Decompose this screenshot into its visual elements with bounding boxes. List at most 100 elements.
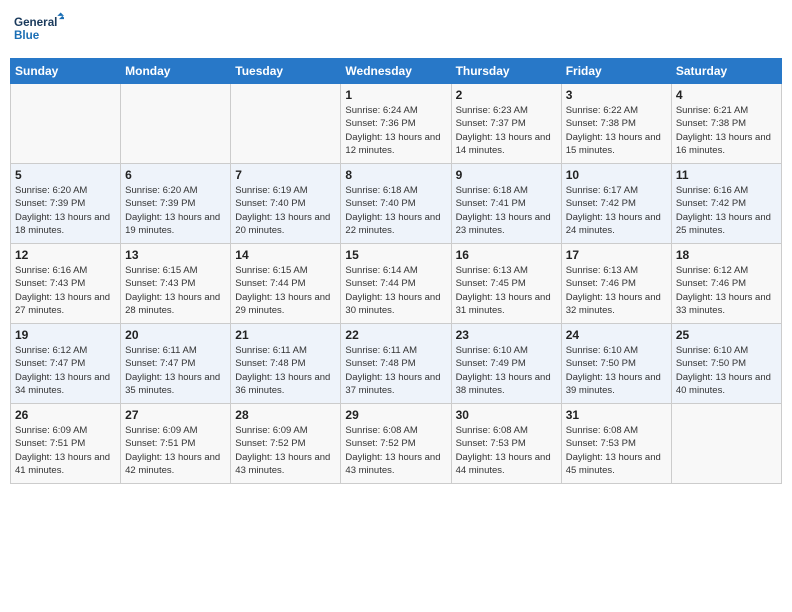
day-detail: Sunrise: 6:08 AMSunset: 7:52 PMDaylight:… <box>345 424 446 477</box>
day-detail: Sunrise: 6:11 AMSunset: 7:48 PMDaylight:… <box>345 344 446 397</box>
day-number: 4 <box>676 88 777 102</box>
calendar-day-4: 4 Sunrise: 6:21 AMSunset: 7:38 PMDaylight… <box>671 84 781 164</box>
day-detail: Sunrise: 6:23 AMSunset: 7:37 PMDaylight:… <box>456 104 557 157</box>
calendar-week-5: 26 Sunrise: 6:09 AMSunset: 7:51 PMDayligh… <box>11 404 782 484</box>
calendar-day-13: 13Sunrise: 6:15 AMSunset: 7:43 PMDayligh… <box>121 244 231 324</box>
calendar-day-29: 29 Sunrise: 6:08 AMSunset: 7:52 PMDayligh… <box>341 404 451 484</box>
calendar-day-14: 14 Sunrise: 6:15 AMSunset: 7:44 PMDayligh… <box>231 244 341 324</box>
calendar-header: SundayMondayTuesdayWednesdayThursdayFrid… <box>11 59 782 84</box>
day-number: 18 <box>676 248 777 262</box>
calendar-day-26: 26 Sunrise: 6:09 AMSunset: 7:51 PMDayligh… <box>11 404 121 484</box>
day-detail: Sunrise: 6:11 AMSunset: 7:47 PMDaylight:… <box>125 344 226 397</box>
day-number: 12 <box>15 248 116 262</box>
day-number: 15 <box>345 248 446 262</box>
calendar-day-10: 10Sunrise: 6:17 AMSunset: 7:42 PMDayligh… <box>561 164 671 244</box>
day-detail: Sunrise: 6:11 AMSunset: 7:48 PMDaylight:… <box>235 344 336 397</box>
day-number: 25 <box>676 328 777 342</box>
svg-text:General: General <box>14 16 57 29</box>
day-detail: Sunrise: 6:14 AMSunset: 7:44 PMDaylight:… <box>345 264 446 317</box>
day-number: 26 <box>15 408 116 422</box>
day-detail: Sunrise: 6:24 AMSunset: 7:36 PMDaylight:… <box>345 104 446 157</box>
weekday-header-tuesday: Tuesday <box>231 59 341 84</box>
day-detail: Sunrise: 6:17 AMSunset: 7:42 PMDaylight:… <box>566 184 667 237</box>
weekday-header-monday: Monday <box>121 59 231 84</box>
day-number: 16 <box>456 248 557 262</box>
calendar-table: SundayMondayTuesdayWednesdayThursdayFrid… <box>10 58 782 484</box>
day-number: 6 <box>125 168 226 182</box>
day-number: 14 <box>235 248 336 262</box>
day-number: 13 <box>125 248 226 262</box>
day-number: 1 <box>345 88 446 102</box>
calendar-day-8: 8Sunrise: 6:18 AMSunset: 7:40 PMDaylight… <box>341 164 451 244</box>
weekday-header-thursday: Thursday <box>451 59 561 84</box>
day-number: 21 <box>235 328 336 342</box>
day-detail: Sunrise: 6:16 AMSunset: 7:42 PMDaylight:… <box>676 184 777 237</box>
weekday-header-sunday: Sunday <box>11 59 121 84</box>
svg-text:Blue: Blue <box>14 29 40 42</box>
day-number: 31 <box>566 408 667 422</box>
empty-day-cell <box>121 84 231 164</box>
day-number: 20 <box>125 328 226 342</box>
calendar-day-23: 23Sunrise: 6:10 AMSunset: 7:49 PMDayligh… <box>451 324 561 404</box>
day-detail: Sunrise: 6:20 AMSunset: 7:39 PMDaylight:… <box>125 184 226 237</box>
calendar-day-7: 7Sunrise: 6:19 AMSunset: 7:40 PMDaylight… <box>231 164 341 244</box>
page-header: General Blue <box>10 10 782 50</box>
day-detail: Sunrise: 6:12 AMSunset: 7:46 PMDaylight:… <box>676 264 777 317</box>
calendar-week-1: 1 Sunrise: 6:24 AMSunset: 7:36 PMDaylight… <box>11 84 782 164</box>
day-detail: Sunrise: 6:09 AMSunset: 7:51 PMDaylight:… <box>15 424 116 477</box>
calendar-week-3: 12Sunrise: 6:16 AMSunset: 7:43 PMDayligh… <box>11 244 782 324</box>
day-number: 9 <box>456 168 557 182</box>
calendar-day-19: 19Sunrise: 6:12 AMSunset: 7:47 PMDayligh… <box>11 324 121 404</box>
day-number: 30 <box>456 408 557 422</box>
day-number: 28 <box>235 408 336 422</box>
calendar-day-5: 5Sunrise: 6:20 AMSunset: 7:39 PMDaylight… <box>11 164 121 244</box>
day-number: 2 <box>456 88 557 102</box>
calendar-body: 1 Sunrise: 6:24 AMSunset: 7:36 PMDaylight… <box>11 84 782 484</box>
empty-day-cell <box>231 84 341 164</box>
calendar-day-20: 20 Sunrise: 6:11 AMSunset: 7:47 PMDayligh… <box>121 324 231 404</box>
day-detail: Sunrise: 6:09 AMSunset: 7:52 PMDaylight:… <box>235 424 336 477</box>
day-detail: Sunrise: 6:10 AMSunset: 7:50 PMDaylight:… <box>566 344 667 397</box>
day-number: 11 <box>676 168 777 182</box>
day-number: 19 <box>15 328 116 342</box>
calendar-day-6: 6 Sunrise: 6:20 AMSunset: 7:39 PMDaylight… <box>121 164 231 244</box>
day-detail: Sunrise: 6:18 AMSunset: 7:40 PMDaylight:… <box>345 184 446 237</box>
day-detail: Sunrise: 6:08 AMSunset: 7:53 PMDaylight:… <box>566 424 667 477</box>
day-detail: Sunrise: 6:10 AMSunset: 7:49 PMDaylight:… <box>456 344 557 397</box>
calendar-day-27: 27Sunrise: 6:09 AMSunset: 7:51 PMDayligh… <box>121 404 231 484</box>
calendar-day-15: 15 Sunrise: 6:14 AMSunset: 7:44 PMDayligh… <box>341 244 451 324</box>
day-number: 22 <box>345 328 446 342</box>
calendar-day-1: 1 Sunrise: 6:24 AMSunset: 7:36 PMDaylight… <box>341 84 451 164</box>
day-number: 24 <box>566 328 667 342</box>
calendar-day-2: 2 Sunrise: 6:23 AMSunset: 7:37 PMDaylight… <box>451 84 561 164</box>
calendar-day-9: 9Sunrise: 6:18 AMSunset: 7:41 PMDaylight… <box>451 164 561 244</box>
calendar-day-22: 22 Sunrise: 6:11 AMSunset: 7:48 PMDayligh… <box>341 324 451 404</box>
weekday-header-wednesday: Wednesday <box>341 59 451 84</box>
calendar-week-2: 5Sunrise: 6:20 AMSunset: 7:39 PMDaylight… <box>11 164 782 244</box>
day-number: 3 <box>566 88 667 102</box>
empty-day-cell <box>11 84 121 164</box>
calendar-day-3: 3 Sunrise: 6:22 AMSunset: 7:38 PMDaylight… <box>561 84 671 164</box>
calendar-day-12: 12Sunrise: 6:16 AMSunset: 7:43 PMDayligh… <box>11 244 121 324</box>
day-number: 7 <box>235 168 336 182</box>
calendar-day-28: 28 Sunrise: 6:09 AMSunset: 7:52 PMDayligh… <box>231 404 341 484</box>
calendar-day-21: 21 Sunrise: 6:11 AMSunset: 7:48 PMDayligh… <box>231 324 341 404</box>
day-detail: Sunrise: 6:08 AMSunset: 7:53 PMDaylight:… <box>456 424 557 477</box>
day-detail: Sunrise: 6:13 AMSunset: 7:45 PMDaylight:… <box>456 264 557 317</box>
day-number: 17 <box>566 248 667 262</box>
calendar-day-24: 24 Sunrise: 6:10 AMSunset: 7:50 PMDayligh… <box>561 324 671 404</box>
empty-day-cell <box>671 404 781 484</box>
day-detail: Sunrise: 6:15 AMSunset: 7:44 PMDaylight:… <box>235 264 336 317</box>
day-number: 29 <box>345 408 446 422</box>
day-detail: Sunrise: 6:22 AMSunset: 7:38 PMDaylight:… <box>566 104 667 157</box>
calendar-day-11: 11 Sunrise: 6:16 AMSunset: 7:42 PMDayligh… <box>671 164 781 244</box>
weekday-header-friday: Friday <box>561 59 671 84</box>
calendar-day-31: 31 Sunrise: 6:08 AMSunset: 7:53 PMDayligh… <box>561 404 671 484</box>
day-detail: Sunrise: 6:10 AMSunset: 7:50 PMDaylight:… <box>676 344 777 397</box>
weekday-header-row: SundayMondayTuesdayWednesdayThursdayFrid… <box>11 59 782 84</box>
day-detail: Sunrise: 6:13 AMSunset: 7:46 PMDaylight:… <box>566 264 667 317</box>
day-number: 27 <box>125 408 226 422</box>
calendar-day-17: 17 Sunrise: 6:13 AMSunset: 7:46 PMDayligh… <box>561 244 671 324</box>
logo: General Blue <box>14 10 64 50</box>
day-detail: Sunrise: 6:21 AMSunset: 7:38 PMDaylight:… <box>676 104 777 157</box>
